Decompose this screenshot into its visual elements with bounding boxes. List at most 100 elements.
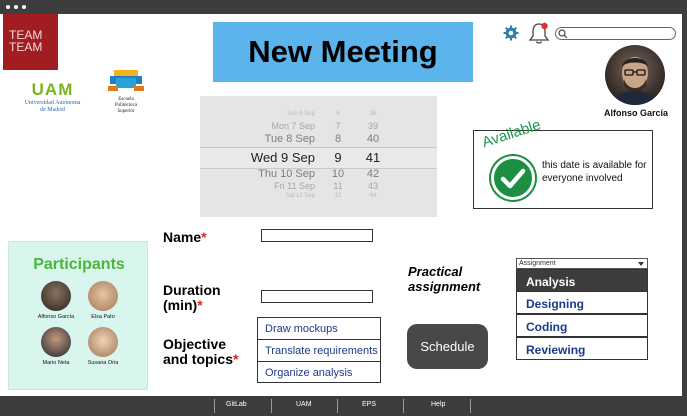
- date-picker-day: Sat 12 Sep: [285, 193, 315, 199]
- footer-divider: [214, 399, 215, 413]
- window-dot[interactable]: [22, 5, 26, 9]
- participant[interactable]: Susana Oria: [73, 327, 133, 366]
- date-picker-minute: 44: [369, 193, 377, 199]
- date-picker-hour: 12: [334, 193, 342, 199]
- date-picker-minute: 43: [367, 181, 378, 191]
- page-title: New Meeting: [248, 34, 438, 69]
- footer: GitLab UAM EPS Help: [0, 396, 687, 416]
- duration-label-line: (min): [163, 297, 198, 313]
- topic-item[interactable]: Translate requirements: [258, 340, 380, 362]
- eps-logo-name: Escuela Politécnica Superior: [100, 97, 152, 115]
- date-picker-hour: 9: [334, 150, 342, 165]
- required-mark: *: [233, 351, 239, 367]
- chevron-down-icon: [638, 262, 644, 266]
- date-picker-row[interactable]: Tue 8 Sep 8 40: [200, 133, 437, 149]
- footer-divider: [271, 399, 272, 413]
- duration-field[interactable]: [261, 290, 373, 303]
- date-picker-day: Mon 7 Sep: [271, 121, 315, 131]
- page-title-banner: New Meeting: [213, 22, 473, 82]
- eps-logo: Escuela Politécnica Superior: [100, 70, 152, 115]
- date-picker-row[interactable]: Sun 6 Sep 6 36: [200, 111, 437, 121]
- app-window: TEAM TEAM UAM Universidad Autónoma de Ma…: [0, 0, 687, 416]
- uam-logo-mark: UAM: [15, 80, 90, 100]
- assignment-option-coding[interactable]: Coding: [516, 314, 648, 337]
- team-logo-text: TEAM TEAM: [9, 28, 43, 54]
- date-picker-minute: 36: [369, 111, 377, 117]
- eps-logo-line: Superior: [117, 109, 135, 114]
- checkmark-icon-glyph: [500, 168, 526, 189]
- search-icon: [558, 29, 568, 39]
- assignment-select-placeholder: Assignment: [519, 260, 556, 267]
- footer-link-help[interactable]: Help: [431, 401, 445, 408]
- footer-link-uam[interactable]: UAM: [296, 401, 312, 408]
- assignment-option-analysis[interactable]: Analysis: [516, 269, 648, 292]
- participant-name: Susana Oria: [87, 360, 119, 366]
- uam-logo-line: de Madrid: [40, 107, 65, 113]
- date-picker-minute: 40: [366, 133, 380, 145]
- date-picker-hour: 7: [335, 121, 341, 131]
- checkmark-icon: [491, 156, 535, 200]
- schedule-button[interactable]: Schedule: [407, 324, 488, 369]
- participant-avatar: [88, 327, 118, 357]
- user-name: Alfonso García: [603, 108, 668, 118]
- date-picker-row-selected[interactable]: Wed 9 Sep 9 41: [200, 150, 437, 166]
- assignment-select[interactable]: Assignment: [516, 258, 648, 269]
- availability-panel: Available this date is available for eve…: [473, 116, 653, 209]
- footer-divider: [337, 399, 338, 413]
- participants-title: Participants: [33, 256, 125, 273]
- name-label-text: Name: [163, 229, 202, 245]
- team-logo: TEAM TEAM: [3, 14, 58, 70]
- gear-icon[interactable]: [503, 25, 519, 41]
- date-picker-day: Thu 10 Sep: [258, 168, 315, 180]
- date-picker[interactable]: Sun 6 Sep 6 36 Mon 7 Sep 7 39 Tue 8 Sep …: [200, 96, 437, 217]
- window-dot[interactable]: [6, 5, 10, 9]
- date-picker-row[interactable]: Sat 12 Sep 12 44: [200, 193, 437, 203]
- date-picker-day: Fri 11 Sep: [274, 181, 315, 191]
- footer-link-eps[interactable]: EPS: [362, 401, 376, 408]
- topics-list: Draw mockups Translate requirements Orga…: [257, 317, 381, 383]
- name-field[interactable]: [261, 229, 373, 242]
- uam-logo-name: Universidad Autónoma de Madrid: [15, 100, 90, 114]
- date-picker-hour: 10: [331, 168, 345, 180]
- user-avatar[interactable]: [605, 45, 665, 105]
- participant-name: Elsa Pato: [91, 314, 115, 320]
- availability-label: Available: [480, 116, 543, 152]
- uam-logo: UAM Universidad Autónoma de Madrid: [15, 80, 90, 114]
- duration-label-line: Duration: [163, 282, 221, 298]
- user-avatar-image: [613, 57, 657, 105]
- objective-label-line: and topics: [163, 351, 234, 367]
- date-picker-minute: 39: [367, 121, 378, 131]
- date-picker-hour: 11: [333, 181, 343, 191]
- practical-assignment-label-line: Practical: [408, 264, 463, 279]
- assignment-option-reviewing[interactable]: Reviewing: [516, 337, 648, 360]
- date-picker-hour: 8: [334, 133, 342, 145]
- eps-logo-mark: [108, 70, 144, 91]
- topic-item[interactable]: Draw mockups: [258, 318, 380, 340]
- participant-avatar: [41, 281, 71, 311]
- assignment-option-designing[interactable]: Designing: [516, 291, 648, 314]
- participants-panel: Participants Alfonso García Elsa Pato Ma…: [8, 241, 148, 390]
- bell-icon[interactable]: [528, 21, 550, 45]
- window-dot[interactable]: [14, 5, 18, 9]
- practical-assignment-label-line: assignment: [408, 279, 481, 294]
- footer-divider: [403, 399, 404, 413]
- date-picker-day: Wed 9 Sep: [250, 150, 315, 165]
- practical-assignment-label: Practical assignment: [408, 264, 480, 294]
- required-mark: *: [197, 297, 203, 313]
- date-picker-minute: 42: [366, 168, 380, 180]
- uam-logo-letters: UAM: [31, 80, 74, 99]
- topic-item[interactable]: Organize analysis: [258, 362, 380, 384]
- participant-avatar: [41, 327, 71, 357]
- search-input[interactable]: [555, 27, 676, 40]
- footer-link-gitlab[interactable]: GitLab: [226, 401, 247, 408]
- participant[interactable]: Elsa Pato: [73, 281, 133, 320]
- objective-label-line: Objective: [163, 336, 227, 352]
- date-picker-minute: 41: [365, 150, 381, 165]
- window-titlebar: [0, 0, 687, 14]
- window-frame-right: [682, 14, 687, 396]
- name-label: Name*: [163, 230, 207, 245]
- date-picker-day: Sun 6 Sep: [286, 111, 315, 117]
- objective-label: Objective and topics*: [163, 337, 238, 367]
- duration-label: Duration (min)*: [163, 283, 221, 313]
- participant-avatar: [88, 281, 118, 311]
